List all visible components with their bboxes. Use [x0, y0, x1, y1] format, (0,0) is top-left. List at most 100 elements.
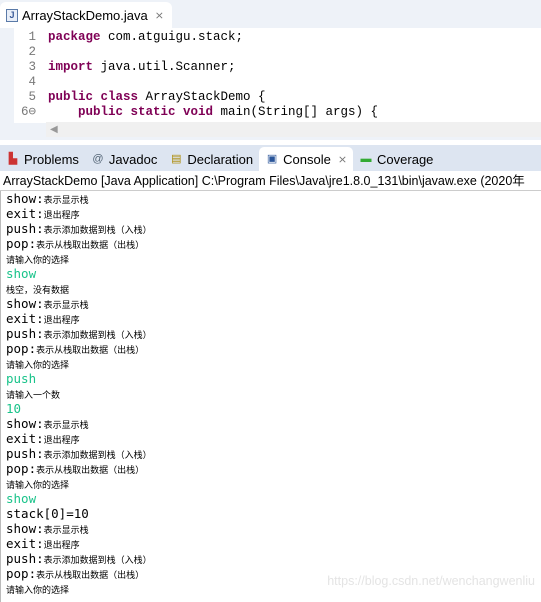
console-text: pop:	[6, 461, 37, 476]
console-line: show:表示显示栈	[1, 521, 541, 536]
console-text: exit:	[6, 311, 44, 326]
console-text: show:	[6, 191, 44, 206]
console-text: pop:	[6, 566, 37, 581]
console-text: show:	[6, 296, 44, 311]
line-number: 4	[28, 75, 36, 89]
console-text: pop:	[6, 341, 37, 356]
user-input: show	[6, 491, 37, 506]
console-line: show	[1, 491, 541, 506]
console-description: 表示从栈取出数据（出栈）	[36, 345, 145, 355]
code-editor[interactable]: 1 package com.atguigu.stack; 2 3 import java…	[0, 28, 541, 123]
problems-icon: ▙	[8, 153, 18, 165]
console-line: 请输入你的选择	[1, 251, 541, 266]
console-line: exit:退出程序	[1, 431, 541, 446]
line-number: 1	[28, 30, 36, 44]
tab-label: Declaration	[187, 151, 254, 167]
console-line: push:表示添加数据到栈（入栈）	[1, 446, 541, 461]
console-description: 表示添加数据到栈（入栈）	[43, 225, 152, 235]
scroll-left-icon[interactable]: ◀	[50, 124, 58, 135]
code-text: java.util.Scanner;	[93, 60, 236, 74]
tab-console[interactable]: ▣ Console ⨯	[259, 147, 354, 171]
line-number: 6⊖	[20, 105, 36, 119]
javadoc-icon: @	[92, 153, 104, 165]
code-line: 5 public class ArrayStackDemo {	[14, 90, 266, 105]
tab-javadoc[interactable]: @ Javadoc	[85, 147, 163, 171]
console-description: 请输入你的选择	[6, 480, 70, 490]
console-description: 退出程序	[43, 540, 80, 550]
code-keyword: import	[48, 60, 94, 74]
console-line: push:表示添加数据到栈（入栈）	[1, 551, 541, 566]
code-line: 1 package com.atguigu.stack;	[14, 30, 243, 45]
editor-tab[interactable]: J ArrayStackDemo.java ⨯	[0, 2, 172, 28]
console-description: 表示显示栈	[43, 300, 89, 310]
console-line: push:表示添加数据到栈（入栈）	[1, 326, 541, 341]
editor-tab-label: ArrayStackDemo.java	[22, 7, 148, 23]
editor-area: J ArrayStackDemo.java ⨯ 1 package com.atg…	[0, 0, 541, 140]
console-line: show:表示显示栈	[1, 416, 541, 431]
code-line: 6⊖ public static void main(String[] args…	[14, 105, 378, 120]
declaration-icon: ▤	[171, 153, 182, 165]
console-description: 表示添加数据到栈（入栈）	[43, 450, 152, 460]
console-line: show:表示显示栈	[1, 191, 541, 206]
code-text: ArrayStackDemo {	[138, 90, 266, 104]
console-line: stack[0]=10	[1, 506, 541, 521]
code-line: 2	[14, 45, 48, 60]
console-description: 表示显示栈	[43, 420, 89, 430]
console-text: exit:	[6, 431, 44, 446]
horizontal-scrollbar[interactable]: ◀	[46, 122, 541, 137]
user-input: push	[6, 371, 37, 386]
console-line: show:表示显示栈	[1, 296, 541, 311]
tab-coverage[interactable]: ▬ Coverage	[353, 147, 439, 171]
console-description: 请输入你的选择	[6, 360, 70, 370]
tab-problems[interactable]: ▙ Problems	[0, 147, 85, 171]
console-line: 请输入一个数	[1, 386, 541, 401]
console-line: exit:退出程序	[1, 206, 541, 221]
code-keyword: public class	[48, 90, 139, 104]
tab-label: Console	[283, 151, 331, 167]
console-description: 请输入你的选择	[6, 585, 70, 595]
console-description: 表示从栈取出数据（出栈）	[36, 570, 145, 580]
user-input: 10	[6, 401, 22, 416]
console-line: exit:退出程序	[1, 311, 541, 326]
close-icon[interactable]: ⨯	[155, 9, 164, 22]
console-icon: ▣	[266, 153, 278, 165]
line-number: 2	[28, 45, 36, 59]
console-description: 退出程序	[43, 210, 80, 220]
code-keyword: public static void	[48, 105, 214, 119]
view-tabs: ▙ Problems @ Javadoc ▤ Declaration ▣ Console ⨯ ▬ C…	[0, 145, 541, 171]
console-output[interactable]: show:表示显示栈 exit:退出程序 push:表示添加数据到栈（入栈） pop:…	[0, 191, 541, 602]
console-text: push:	[6, 326, 44, 341]
console-text: push:	[6, 221, 44, 236]
code-line: 3 import java.util.Scanner;	[14, 60, 236, 75]
console-line: pop:表示从栈取出数据（出栈）	[1, 461, 541, 476]
console-text: pop:	[6, 236, 37, 251]
console-text: push:	[6, 446, 44, 461]
console-description: 表示从栈取出数据（出栈）	[36, 465, 145, 475]
console-line: push:表示添加数据到栈（入栈）	[1, 221, 541, 236]
console-line: pop:表示从栈取出数据（出栈）	[1, 236, 541, 251]
console-text: stack[0]=10	[6, 506, 89, 521]
watermark: https://blog.csdn.net/wenchangwenliu	[327, 574, 535, 588]
tab-label: Coverage	[377, 151, 434, 167]
close-icon[interactable]: ⨯	[338, 153, 347, 166]
console-line: 10	[1, 401, 541, 416]
console-line: 请输入你的选择	[1, 476, 541, 491]
console-text: show:	[6, 521, 44, 536]
console-description: 请输入你的选择	[6, 255, 70, 265]
console-description: 请输入一个数	[6, 390, 61, 400]
code-text: com.atguigu.stack;	[100, 30, 244, 44]
console-line: 栈空，没有数据	[1, 281, 541, 296]
console-line: push	[1, 371, 541, 386]
console-line: pop:表示从栈取出数据（出栈）	[1, 341, 541, 356]
console-description: 退出程序	[43, 435, 80, 445]
console-text: show:	[6, 416, 44, 431]
tab-declaration[interactable]: ▤ Declaration	[163, 147, 259, 171]
coverage-icon: ▬	[360, 153, 372, 165]
console-header: ArrayStackDemo [Java Application] C:\Pro…	[0, 171, 541, 191]
console-description: 表示显示栈	[43, 525, 89, 535]
user-input: show	[6, 266, 37, 281]
console-description: 表示添加数据到栈（入栈）	[43, 555, 152, 565]
console-line: 请输入你的选择	[1, 356, 541, 371]
console-description: 表示添加数据到栈（入栈）	[43, 330, 152, 340]
code-text: main(String[] args) {	[213, 105, 379, 119]
